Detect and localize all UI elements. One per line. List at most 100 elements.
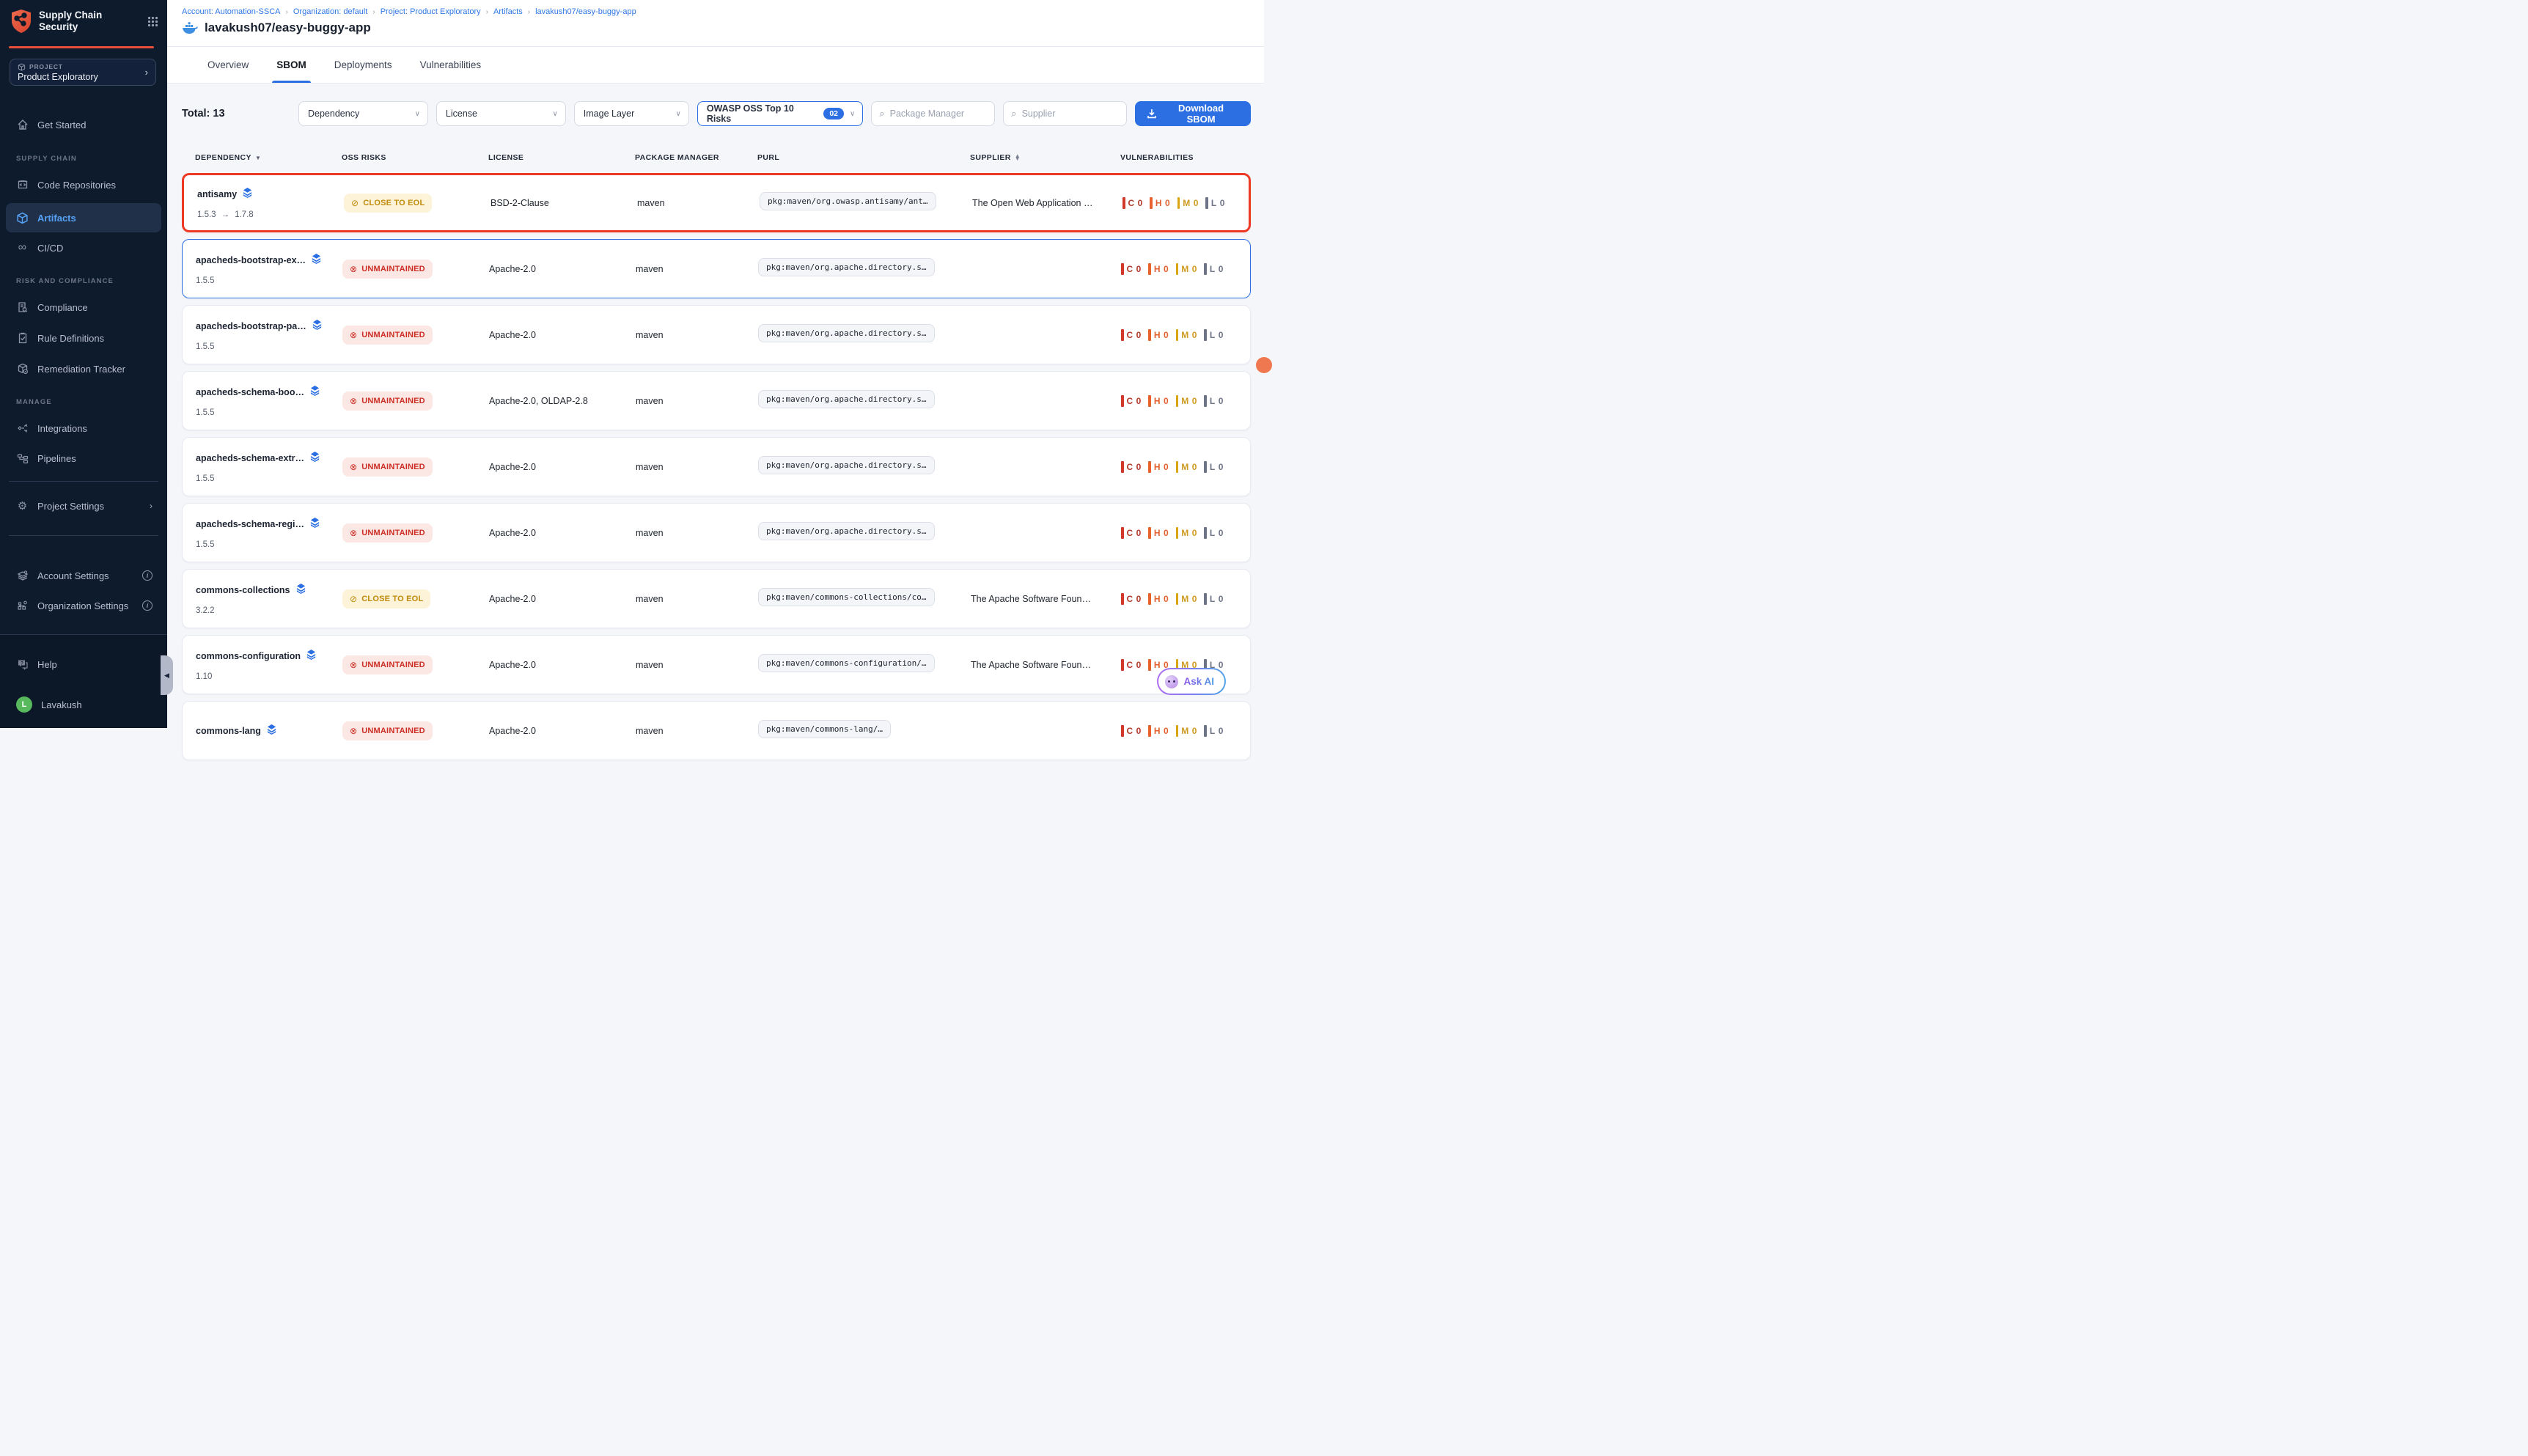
unmaintained-icon: ⊗ (350, 264, 357, 274)
table-row[interactable]: apacheds-bootstrap-pa…1.5.5⊗UNMAINTAINED… (182, 305, 1251, 364)
license-filter-select[interactable]: License∨ (436, 101, 566, 126)
layers-icon (295, 583, 306, 598)
sidebar-item-code-repositories[interactable]: Code Repositories (6, 172, 161, 198)
table-row[interactable]: commons-lang⊗UNMAINTAINEDApache-2.0maven… (182, 701, 1251, 760)
divider (9, 535, 158, 536)
col-vulnerabilities: VULNERABILITIES (1120, 153, 1238, 162)
supplier-value: The Apache Software Foun… (971, 594, 1121, 604)
vuln-l-count: L0 (1204, 593, 1223, 605)
table-row[interactable]: apacheds-bootstrap-ex…1.5.5⊗UNMAINTAINED… (182, 239, 1251, 298)
table-row[interactable]: antisamy1.5.3→1.7.8⊘CLOSE TO EOLBSD-2-Cl… (182, 173, 1251, 232)
vuln-c-count: C0 (1122, 197, 1142, 209)
vulnerability-counts: C0H0M0L0 (1121, 263, 1237, 275)
dependency-name: commons-collections (196, 585, 290, 595)
purl-pill[interactable]: pkg:maven/org.apache.directory.s… (758, 456, 935, 474)
vuln-l-count: L0 (1204, 263, 1223, 275)
edge-notification-dot[interactable] (1256, 357, 1272, 373)
oss-risk-badge: ⊗UNMAINTAINED (342, 457, 433, 477)
purl-pill[interactable]: pkg:maven/org.owasp.antisamy/ant… (760, 192, 936, 210)
sidebar-item-artifacts[interactable]: Artifacts (6, 203, 161, 232)
col-dependency[interactable]: DEPENDENCY▼ (195, 153, 342, 162)
vulnerability-counts: C0H0M0L0 (1121, 593, 1237, 605)
organization-settings-icon (16, 600, 29, 612)
vuln-m-count: M0 (1176, 461, 1197, 473)
dependency-version: 1.5.5 (196, 408, 342, 417)
license-value: Apache-2.0 (489, 528, 636, 538)
supply-chain-shield-logo (10, 9, 32, 34)
project-label: PROJECT (29, 63, 63, 70)
table-row[interactable]: commons-collections3.2.2⊘CLOSE TO EOLApa… (182, 569, 1251, 628)
sidebar-item-pipelines[interactable]: Pipelines (6, 445, 161, 471)
tab-deployments[interactable]: Deployments (334, 47, 392, 83)
vuln-c-count: C0 (1121, 527, 1141, 539)
package-manager-value: maven (636, 660, 758, 670)
download-sbom-button[interactable]: Download SBOM (1135, 101, 1251, 126)
app-switcher-grid-icon[interactable] (147, 16, 158, 27)
project-selector[interactable]: PROJECT Product Exploratory › (10, 59, 156, 86)
info-icon[interactable]: i (142, 600, 153, 611)
sbom-table-body: antisamy1.5.3→1.7.8⊘CLOSE TO EOLBSD-2-Cl… (182, 173, 1251, 760)
sidebar-item-remediation-tracker[interactable]: Remediation Tracker (6, 356, 161, 382)
vuln-c-count: C0 (1121, 593, 1141, 605)
sidebar-item-get-started[interactable]: Get Started (6, 111, 161, 138)
ask-ai-button[interactable]: Ask AI (1157, 668, 1226, 695)
vuln-c-count: C0 (1121, 395, 1141, 407)
breadcrumb-account[interactable]: Account: Automation-SSCA (182, 7, 281, 16)
sidebar-item-label: Account Settings (37, 570, 109, 581)
table-row[interactable]: commons-configuration1.10⊗UNMAINTAINEDAp… (182, 635, 1251, 694)
dependency-filter-select[interactable]: Dependency∨ (298, 101, 428, 126)
breadcrumb-project[interactable]: Project: Product Exploratory (381, 7, 481, 16)
layers-icon (311, 253, 322, 268)
owasp-risks-filter-select[interactable]: OWASP OSS Top 10 Risks02∨ (697, 101, 864, 126)
sidebar-collapse-handle[interactable]: ◀ (161, 655, 173, 695)
app-title: Supply Chain Security (39, 10, 120, 33)
purl-pill[interactable]: pkg:maven/commons-collections/co… (758, 588, 935, 606)
dependency-name: commons-lang (196, 726, 261, 736)
tab-overview[interactable]: Overview (207, 47, 249, 83)
sidebar-item-rule-definitions[interactable]: Rule Definitions (6, 325, 161, 351)
vuln-m-count: M0 (1176, 527, 1197, 539)
sidebar-item-project-settings[interactable]: ⚙ Project Settings › (6, 493, 161, 519)
breadcrumb-organization[interactable]: Organization: default (293, 7, 368, 16)
sidebar-item-account-settings[interactable]: Account Settings i (6, 562, 161, 589)
purl-pill[interactable]: pkg:maven/org.apache.directory.s… (758, 324, 935, 342)
vuln-m-count: M0 (1177, 197, 1199, 209)
supplier-search: ⌕ (1003, 101, 1127, 126)
package-manager-search-input[interactable] (890, 109, 988, 119)
table-row[interactable]: apacheds-schema-boo…1.5.5⊗UNMAINTAINEDAp… (182, 371, 1251, 430)
dependency-version: 1.10 (196, 672, 342, 681)
purl-pill[interactable]: pkg:maven/org.apache.directory.s… (758, 258, 935, 276)
sort-desc-icon: ▼ (255, 155, 261, 161)
sbom-content: Total: 13 Dependency∨ License∨ Image Lay… (167, 84, 1264, 760)
col-supplier[interactable]: SUPPLIER▲▼ (970, 153, 1120, 162)
ai-bot-icon (1165, 675, 1178, 688)
main-area: Account: Automation-SSCA› Organization: … (167, 0, 1264, 728)
purl-pill[interactable]: pkg:maven/commons-configuration/… (758, 654, 935, 672)
supplier-search-input[interactable] (1022, 109, 1120, 119)
purl-pill[interactable]: pkg:maven/org.apache.directory.s… (758, 522, 935, 540)
sidebar-item-cicd[interactable]: ∞ CI/CD (6, 235, 161, 261)
dependency-version: 1.5.5 (196, 276, 342, 285)
image-layer-filter-select[interactable]: Image Layer∨ (574, 101, 689, 126)
license-value: Apache-2.0 (489, 660, 636, 670)
table-row[interactable]: apacheds-schema-extr…1.5.5⊗UNMAINTAINEDA… (182, 437, 1251, 496)
info-icon[interactable]: i (142, 570, 153, 581)
col-package-manager: PACKAGE MANAGER (635, 153, 757, 162)
table-row[interactable]: apacheds-schema-regi…1.5.5⊗UNMAINTAINEDA… (182, 503, 1251, 562)
section-supply-chain: SUPPLY CHAIN (16, 155, 77, 163)
sidebar-item-integrations[interactable]: Integrations (6, 415, 161, 441)
purl-pill[interactable]: pkg:maven/org.apache.directory.s… (758, 390, 935, 408)
sidebar-item-label: Get Started (37, 120, 86, 130)
sidebar-item-compliance[interactable]: Compliance (6, 294, 161, 320)
sidebar-item-organization-settings[interactable]: Organization Settings i (6, 592, 161, 619)
sidebar-user-menu[interactable]: L Lavakush (6, 691, 161, 718)
sidebar-item-help[interactable]: ? Help (6, 651, 161, 677)
oss-risk-badge: ⊗UNMAINTAINED (342, 523, 433, 543)
tab-sbom[interactable]: SBOM (276, 47, 306, 83)
infinity-icon: ∞ (16, 242, 29, 254)
purl-pill[interactable]: pkg:maven/commons-lang/… (758, 720, 891, 738)
tab-vulnerabilities[interactable]: Vulnerabilities (420, 47, 482, 83)
breadcrumb-artifacts[interactable]: Artifacts (493, 7, 523, 16)
breadcrumb-artifact-name[interactable]: lavakush07/easy-buggy-app (535, 7, 636, 16)
chevron-down-icon: ∨ (844, 110, 855, 118)
